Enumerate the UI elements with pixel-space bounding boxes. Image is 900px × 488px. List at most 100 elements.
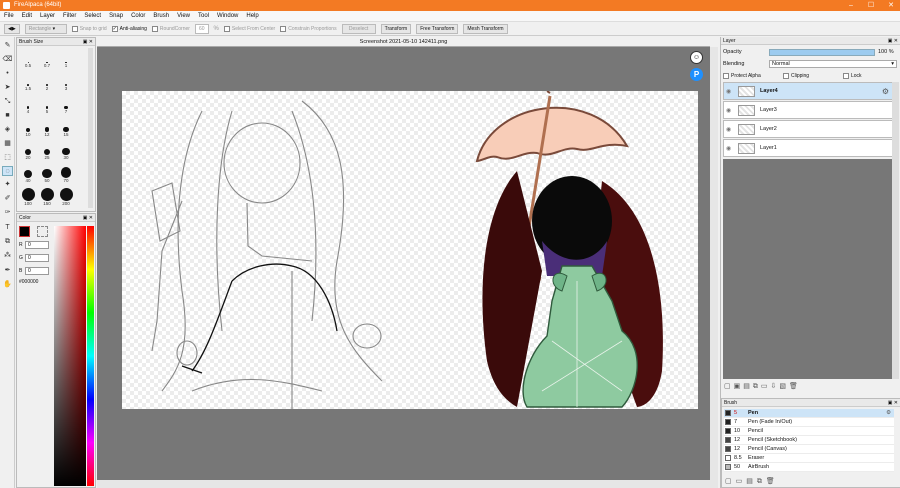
- lock-checkbox[interactable]: Lock: [843, 73, 862, 79]
- layer-row[interactable]: ◉ Layer4 ⚙: [723, 82, 893, 100]
- nav-arrows-icon[interactable]: ◀▶: [4, 23, 20, 34]
- fill-tool-icon[interactable]: ■: [2, 111, 13, 121]
- brush-size-option[interactable]: 25: [40, 142, 54, 160]
- g-input[interactable]: 0: [25, 254, 49, 262]
- document-tab[interactable]: Screenshot 2021-05-10 142411.png: [97, 37, 710, 47]
- secondary-color-swatch[interactable]: [37, 226, 48, 237]
- brush-folder-icon[interactable]: ▭: [736, 478, 747, 485]
- brush-size-option[interactable]: 15: [59, 119, 73, 137]
- brush-row[interactable]: 12 Pencil (Sketchbook): [724, 436, 894, 445]
- visibility-icon[interactable]: ◉: [726, 145, 731, 152]
- menu-filter[interactable]: Filter: [63, 11, 76, 21]
- clipping-checkbox[interactable]: Clipping: [783, 73, 809, 79]
- brush-size-option[interactable]: 150: [40, 188, 54, 206]
- gear-icon[interactable]: ⚙: [882, 87, 889, 96]
- brush-size-option[interactable]: 2: [40, 73, 54, 91]
- brush-size-option[interactable]: 30: [59, 142, 73, 160]
- lasso-tool-icon[interactable]: ◌: [2, 166, 13, 176]
- round-corner-input[interactable]: 60: [194, 23, 209, 34]
- drawing-canvas[interactable]: [122, 90, 698, 409]
- select-eraser-tool-icon[interactable]: ✑: [2, 208, 13, 218]
- horizontal-scrollbar[interactable]: [97, 480, 710, 488]
- select-tool-icon[interactable]: ⬚: [2, 153, 13, 163]
- brush-size-option[interactable]: 1: [59, 50, 73, 68]
- deselect-button[interactable]: Deselect: [341, 23, 376, 34]
- menu-window[interactable]: Window: [217, 11, 238, 21]
- brush-tool-icon[interactable]: ✎: [2, 41, 13, 51]
- visibility-icon[interactable]: ◉: [726, 88, 731, 95]
- menu-tool[interactable]: Tool: [198, 11, 209, 21]
- brush-row[interactable]: 10 Pencil: [724, 427, 894, 436]
- eraser-tool-icon[interactable]: ⌫: [2, 55, 13, 65]
- duplicate-brush-icon[interactable]: ⧉: [757, 478, 766, 485]
- frame-tool-icon[interactable]: ⧉: [2, 237, 13, 247]
- minimize-button[interactable]: –: [842, 0, 860, 11]
- menu-select[interactable]: Select: [84, 11, 101, 21]
- layer-row[interactable]: ◉ Layer3: [723, 101, 893, 119]
- menu-file[interactable]: File: [4, 11, 14, 21]
- brush-size-option[interactable]: 3: [59, 73, 73, 91]
- brush-size-option[interactable]: 7: [59, 96, 73, 114]
- protect-alpha-checkbox[interactable]: Protect Alpha: [723, 73, 761, 79]
- brush-row[interactable]: 5 Pen ⚙: [724, 409, 894, 418]
- layer-row[interactable]: ◉ Layer2: [723, 120, 893, 138]
- transform-button[interactable]: Transform: [380, 23, 412, 34]
- gradient-tool-icon[interactable]: ▦: [2, 139, 13, 149]
- brush-size-option[interactable]: 1.5: [21, 73, 35, 91]
- pixiv-icon[interactable]: P: [690, 68, 703, 81]
- saturation-value-picker[interactable]: [54, 226, 86, 486]
- new-folder-icon[interactable]: ▭: [761, 383, 771, 390]
- maximize-button[interactable]: ☐: [862, 0, 880, 11]
- r-input[interactable]: 0: [25, 241, 49, 249]
- free-transform-button[interactable]: Free Transform: [416, 23, 459, 34]
- brush-size-scrollbar[interactable]: [88, 48, 93, 208]
- menu-brush[interactable]: Brush: [153, 11, 169, 21]
- magic-wand-tool-icon[interactable]: ✦: [2, 180, 13, 190]
- visibility-icon[interactable]: ◉: [726, 107, 731, 114]
- shape-select[interactable]: Rectangle ▾: [24, 23, 67, 34]
- brush-row[interactable]: 50 AirBrush: [724, 463, 894, 472]
- brush-row[interactable]: 12 Pencil (Canvas): [724, 445, 894, 454]
- menu-snap[interactable]: Snap: [109, 11, 123, 21]
- brush-size-option[interactable]: 4: [21, 96, 35, 114]
- hand-tool-icon[interactable]: ✋: [2, 280, 13, 290]
- menu-edit[interactable]: Edit: [22, 11, 32, 21]
- transform-tool-icon[interactable]: ⤡: [2, 97, 13, 107]
- layer-row[interactable]: ◉ Layer1: [723, 139, 893, 157]
- brush-size-option[interactable]: 100: [21, 188, 35, 206]
- brush-size-option[interactable]: 0.5: [21, 50, 35, 68]
- brush-size-option[interactable]: 10: [21, 119, 35, 137]
- opacity-slider[interactable]: [769, 49, 875, 56]
- menu-view[interactable]: View: [177, 11, 190, 21]
- menu-layer[interactable]: Layer: [40, 11, 55, 21]
- round-corner-checkbox[interactable]: RoundCorner: [151, 25, 190, 32]
- brush-size-option[interactable]: 0.7: [40, 50, 54, 68]
- brush-size-option[interactable]: 12: [40, 119, 54, 137]
- add-brush-icon[interactable]: ▢: [725, 478, 736, 485]
- mesh-transform-button[interactable]: Mesh Transform: [463, 23, 508, 34]
- menu-color[interactable]: Color: [131, 11, 145, 21]
- smudge-tool-icon[interactable]: ⁂: [2, 251, 13, 261]
- visibility-icon[interactable]: ◉: [726, 126, 731, 133]
- companion-avatar-icon[interactable]: ☺: [690, 51, 703, 64]
- hue-slider[interactable]: [87, 226, 94, 486]
- brush-size-option[interactable]: 50: [40, 165, 54, 183]
- move-tool-icon[interactable]: ➤: [2, 83, 13, 93]
- new-1bit-layer-icon[interactable]: ▤: [743, 383, 753, 390]
- brush-size-option[interactable]: 5: [40, 96, 54, 114]
- new-8bit-layer-icon[interactable]: ▣: [734, 383, 744, 390]
- brush-row[interactable]: 8.5 Eraser: [724, 454, 894, 463]
- brush-size-option[interactable]: 70: [59, 165, 73, 183]
- vertical-scrollbar[interactable]: [710, 47, 718, 488]
- primary-color-swatch[interactable]: [19, 226, 30, 237]
- new-layer-icon[interactable]: ▢: [724, 383, 734, 390]
- dot-tool-icon[interactable]: •: [2, 69, 13, 79]
- eyedropper-tool-icon[interactable]: ✒: [2, 266, 13, 276]
- delete-brush-icon[interactable]: 🗑: [766, 478, 779, 485]
- duplicate-layer-icon[interactable]: ⧉: [753, 383, 761, 390]
- select-pen-tool-icon[interactable]: ✐: [2, 194, 13, 204]
- select-from-center-checkbox[interactable]: Select From Center: [223, 25, 275, 32]
- b-input[interactable]: 0: [25, 267, 49, 275]
- text-tool-icon[interactable]: T: [2, 223, 13, 233]
- constrain-proportions-checkbox[interactable]: Constrain Proportions: [280, 25, 337, 32]
